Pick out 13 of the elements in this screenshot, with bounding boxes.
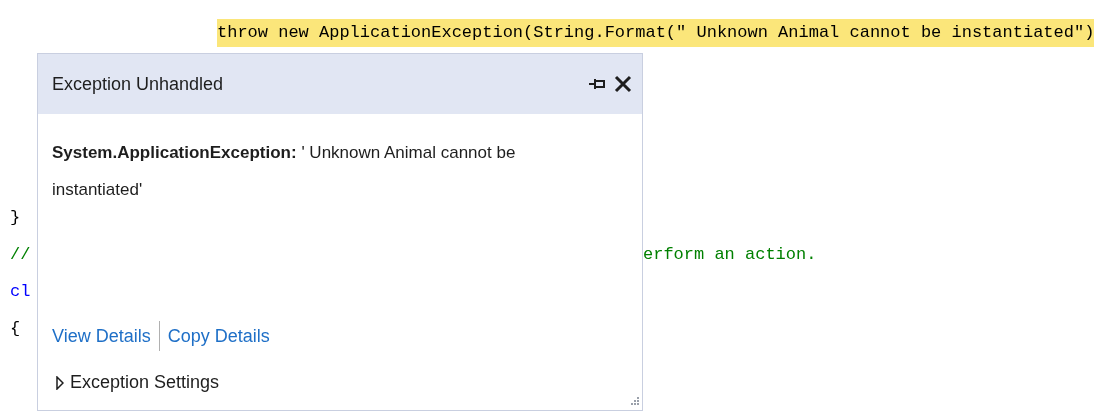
code-line: } (10, 206, 21, 229)
collapsed-triangle-icon (56, 375, 64, 390)
exception-settings-toggle[interactable]: Exception Settings (56, 369, 220, 396)
popup-title: Exception Unhandled (52, 72, 225, 96)
exception-message: System.ApplicationException: ' Unknown Animal cannot be instantiated' (52, 142, 517, 201)
code-comment: erform an action. (643, 243, 817, 266)
details-link[interactable]: Copy Details (167, 322, 270, 350)
code-line: { (10, 317, 21, 340)
details-link[interactable]: View Details (52, 322, 151, 350)
close-icon[interactable] (614, 75, 632, 93)
pin-icon[interactable] (588, 78, 606, 90)
code-line: cl (10, 280, 31, 303)
code-line: // (10, 243, 31, 266)
